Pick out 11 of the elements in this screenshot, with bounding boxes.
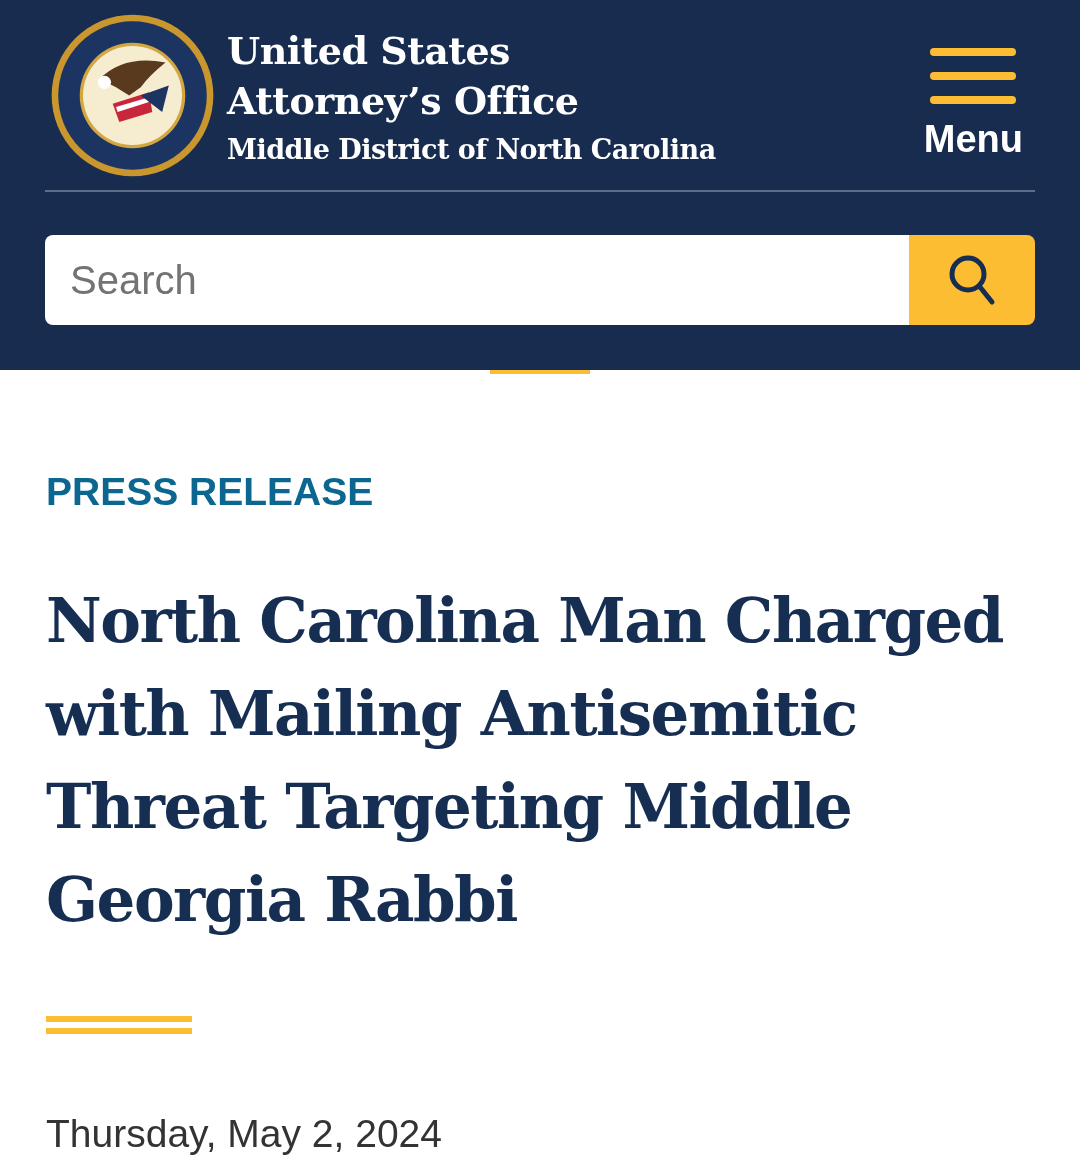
article-date: Thursday, May 2, 2024 bbox=[46, 1112, 443, 1156]
site-title: United States bbox=[227, 26, 511, 75]
menu-button[interactable]: Menu bbox=[923, 47, 1023, 161]
article-title: North Carolina Man Charged with Mailing Antisemitic Threat Targeting Middle Georgia Rabbi bbox=[46, 584, 1004, 937]
search-button[interactable] bbox=[909, 235, 1035, 325]
menu-icon bbox=[930, 47, 1017, 104]
site-subtitle: Middle District of North Carolina bbox=[227, 133, 717, 165]
search-field[interactable]: Search bbox=[45, 235, 909, 325]
article-type: PRESS RELEASE bbox=[46, 470, 375, 514]
site-title: Attorney’s Office bbox=[227, 76, 580, 125]
search-icon bbox=[948, 254, 996, 306]
